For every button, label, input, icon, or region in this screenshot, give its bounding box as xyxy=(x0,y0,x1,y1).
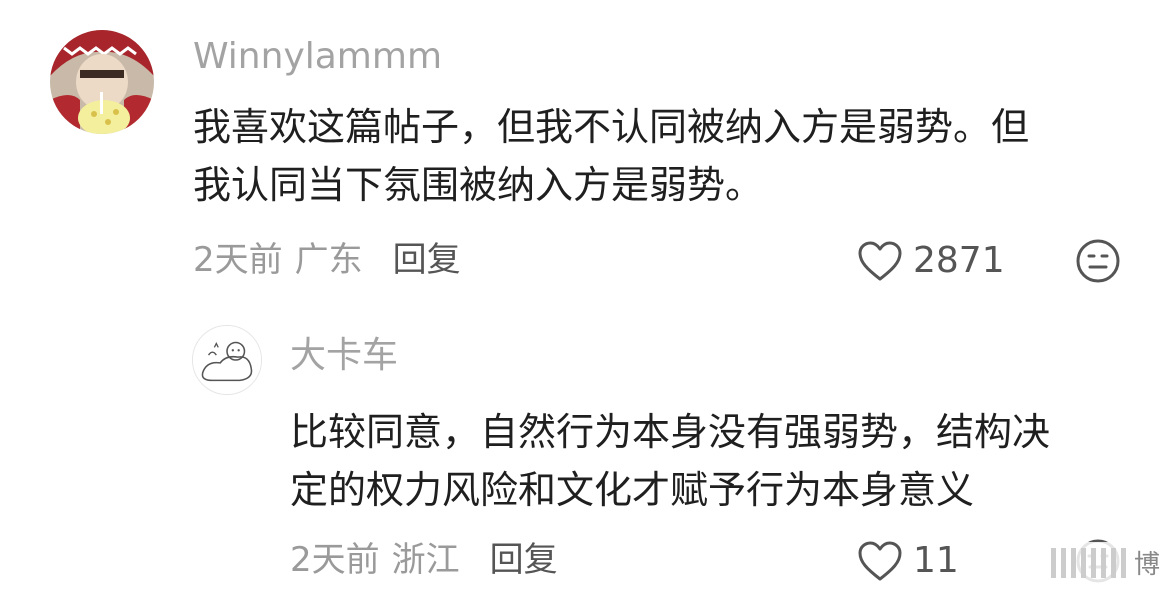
like-count: 11 xyxy=(913,540,959,581)
reply-button[interactable]: 回复 xyxy=(490,540,558,580)
timestamp: 2天前 xyxy=(290,540,380,580)
watermark: 博 xyxy=(1046,542,1164,583)
comment-text-line: 比较同意，自然行为本身没有强弱势，结构决 xyxy=(290,410,1051,454)
location: 广东 xyxy=(294,240,363,280)
comment-meta: 2天前 广东 回复 xyxy=(193,243,461,277)
avatar[interactable] xyxy=(50,30,154,134)
comment-meta: 2天前 浙江 回复 xyxy=(290,543,558,577)
comment-text: 比较同意，自然行为本身没有强弱势，结构决 定的权力风险和文化才赋予行为本身意义 xyxy=(290,403,1050,519)
heart-outline-icon xyxy=(858,541,902,581)
comment-text-line: 我认同当下氛围被纳入方是弱势。 xyxy=(193,163,764,207)
like-count: 2871 xyxy=(913,240,1005,281)
location: 浙江 xyxy=(391,540,460,580)
watermark-bars xyxy=(1050,547,1126,578)
timestamp: 2天前 xyxy=(193,240,283,280)
username[interactable]: 大卡车 xyxy=(290,338,398,374)
like-button[interactable]: 11 xyxy=(857,540,959,582)
watermark-text: 博 xyxy=(1133,550,1160,580)
comment-text: 我喜欢这篇帖子，但我不认同被纳入方是弱势。但 我认同当下氛围被纳入方是弱势。 xyxy=(193,98,1029,214)
comment-text-line: 我喜欢这篇帖子，但我不认同被纳入方是弱势。但 xyxy=(193,105,1030,149)
like-button[interactable]: 2871 xyxy=(857,240,1005,282)
username[interactable]: Winnylammm xyxy=(193,39,442,75)
heart-outline-icon xyxy=(858,241,902,281)
avatar[interactable] xyxy=(192,325,262,395)
comment-text-line: 定的权力风险和文化才赋予行为本身意义 xyxy=(290,468,975,512)
dislike-button[interactable] xyxy=(1075,238,1121,284)
reply-button[interactable]: 回复 xyxy=(393,240,461,280)
meh-face-icon xyxy=(1076,239,1120,283)
